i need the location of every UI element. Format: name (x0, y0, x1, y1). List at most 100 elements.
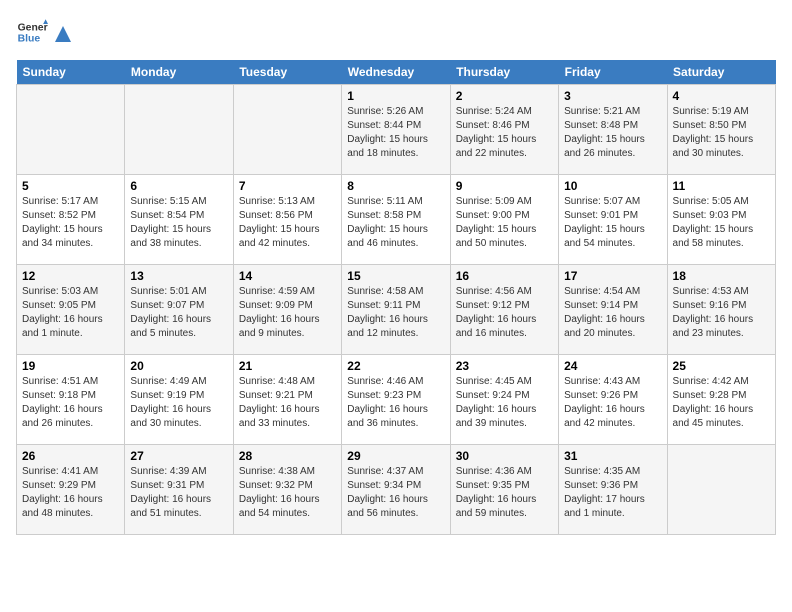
calendar-week-3: 12 Sunrise: 5:03 AM Sunset: 9:05 PM Dayli… (17, 265, 776, 355)
calendar-cell: 13Sunrise: 5:01 AM Sunset: 9:07 PM Dayli… (125, 265, 233, 355)
day-number: 23 (456, 359, 553, 373)
day-number: 6 (130, 179, 227, 193)
weekday-friday: Friday (559, 60, 667, 85)
calendar-cell: 19 Sunrise: 4:51 AM Sunset: 9:18 PM Dayli… (17, 355, 125, 445)
day-number: 29 (347, 449, 444, 463)
day-info: Sunrise: 4:51 AM Sunset: 9:18 PM Dayligh… (22, 375, 119, 431)
logo-icon: General Blue (16, 16, 48, 48)
day-number: 3 (564, 89, 661, 103)
day-number: 2 (456, 89, 553, 103)
day-info: Sunrise: 5:07 AM Sunset: 9:01 PM Dayligh… (564, 195, 661, 251)
weekday-sunday: Sunday (17, 60, 125, 85)
day-info: Sunrise: 5:03 AM Sunset: 9:05 PM Dayligh… (22, 285, 119, 341)
calendar-week-1: 1 Sunrise: 5:26 AM Sunset: 8:44 PM Daylig… (17, 85, 776, 175)
day-info: Sunrise: 4:48 AM Sunset: 9:21 PM Dayligh… (239, 375, 336, 431)
day-info: Sunrise: 4:36 AM Sunset: 9:35 PM Dayligh… (456, 465, 553, 521)
logo: General Blue (16, 16, 74, 48)
day-number: 7 (239, 179, 336, 193)
day-number: 9 (456, 179, 553, 193)
day-info: Sunrise: 4:43 AM Sunset: 9:26 PM Dayligh… (564, 375, 661, 431)
day-number: 10 (564, 179, 661, 193)
calendar-cell: 5Sunrise: 5:17 AM Sunset: 8:52 PM Daylig… (17, 175, 125, 265)
calendar-cell: 1 Sunrise: 5:26 AM Sunset: 8:44 PM Daylig… (342, 85, 450, 175)
calendar-cell (667, 445, 775, 535)
day-number: 22 (347, 359, 444, 373)
calendar-cell: 26 Sunrise: 4:41 AM Sunset: 9:29 PM Dayli… (17, 445, 125, 535)
svg-text:General: General (18, 22, 48, 33)
logo-triangle-icon (53, 24, 73, 44)
day-number: 15 (347, 269, 444, 283)
day-number: 11 (673, 179, 770, 193)
svg-text:Blue: Blue (18, 34, 41, 45)
calendar-cell: 8Sunrise: 5:11 AM Sunset: 8:58 PM Daylig… (342, 175, 450, 265)
calendar-cell: 24 Sunrise: 4:43 AM Sunset: 9:26 PM Dayli… (559, 355, 667, 445)
calendar-cell: 18 Sunrise: 4:53 AM Sunset: 9:16 PM Dayli… (667, 265, 775, 355)
calendar-cell: 29 Sunrise: 4:37 AM Sunset: 9:34 PM Dayli… (342, 445, 450, 535)
day-info: Sunrise: 4:53 AM Sunset: 9:16 PM Dayligh… (673, 285, 770, 341)
day-number: 24 (564, 359, 661, 373)
day-number: 4 (673, 89, 770, 103)
calendar-cell: 7 Sunrise: 5:13 AM Sunset: 8:56 PM Daylig… (233, 175, 341, 265)
day-info: Sunrise: 5:26 AM Sunset: 8:44 PM Dayligh… (347, 105, 444, 161)
day-info: Sunrise: 4:59 AM Sunset: 9:09 PM Dayligh… (239, 285, 336, 341)
day-info: Sunrise: 5:11 AM Sunset: 8:58 PM Dayligh… (347, 195, 444, 251)
day-number: 31 (564, 449, 661, 463)
day-info: Sunrise: 4:39 AM Sunset: 9:31 PM Dayligh… (130, 465, 227, 521)
day-number: 19 (22, 359, 119, 373)
day-number: 26 (22, 449, 119, 463)
calendar-cell (125, 85, 233, 175)
day-number: 13 (130, 269, 227, 283)
day-info: Sunrise: 4:45 AM Sunset: 9:24 PM Dayligh… (456, 375, 553, 431)
calendar-cell: 17 Sunrise: 4:54 AM Sunset: 9:14 PM Dayli… (559, 265, 667, 355)
day-number: 18 (673, 269, 770, 283)
day-info: Sunrise: 4:49 AM Sunset: 9:19 PM Dayligh… (130, 375, 227, 431)
calendar-cell: 31 Sunrise: 4:35 AM Sunset: 9:36 PM Dayli… (559, 445, 667, 535)
day-number: 21 (239, 359, 336, 373)
calendar-cell: 2Sunrise: 5:24 AM Sunset: 8:46 PM Daylig… (450, 85, 558, 175)
weekday-header-row: SundayMondayTuesdayWednesdayThursdayFrid… (17, 60, 776, 85)
calendar-body: 1 Sunrise: 5:26 AM Sunset: 8:44 PM Daylig… (17, 85, 776, 535)
weekday-thursday: Thursday (450, 60, 558, 85)
calendar-cell (17, 85, 125, 175)
calendar-cell: 27 Sunrise: 4:39 AM Sunset: 9:31 PM Dayli… (125, 445, 233, 535)
day-info: Sunrise: 4:42 AM Sunset: 9:28 PM Dayligh… (673, 375, 770, 431)
weekday-monday: Monday (125, 60, 233, 85)
day-number: 17 (564, 269, 661, 283)
day-info: Sunrise: 5:21 AM Sunset: 8:48 PM Dayligh… (564, 105, 661, 161)
day-number: 30 (456, 449, 553, 463)
day-info: Sunrise: 5:09 AM Sunset: 9:00 PM Dayligh… (456, 195, 553, 251)
calendar-cell: 12 Sunrise: 5:03 AM Sunset: 9:05 PM Dayli… (17, 265, 125, 355)
calendar-cell: 6 Sunrise: 5:15 AM Sunset: 8:54 PM Daylig… (125, 175, 233, 265)
calendar-cell: 4Sunrise: 5:19 AM Sunset: 8:50 PM Daylig… (667, 85, 775, 175)
calendar-table: SundayMondayTuesdayWednesdayThursdayFrid… (16, 60, 776, 535)
day-info: Sunrise: 4:54 AM Sunset: 9:14 PM Dayligh… (564, 285, 661, 341)
day-info: Sunrise: 5:17 AM Sunset: 8:52 PM Dayligh… (22, 195, 119, 251)
day-info: Sunrise: 4:38 AM Sunset: 9:32 PM Dayligh… (239, 465, 336, 521)
calendar-week-5: 26 Sunrise: 4:41 AM Sunset: 9:29 PM Dayli… (17, 445, 776, 535)
weekday-tuesday: Tuesday (233, 60, 341, 85)
day-info: Sunrise: 5:05 AM Sunset: 9:03 PM Dayligh… (673, 195, 770, 251)
calendar-cell: 28 Sunrise: 4:38 AM Sunset: 9:32 PM Dayli… (233, 445, 341, 535)
calendar-cell: 22Sunrise: 4:46 AM Sunset: 9:23 PM Dayli… (342, 355, 450, 445)
day-info: Sunrise: 4:41 AM Sunset: 9:29 PM Dayligh… (22, 465, 119, 521)
calendar-cell (233, 85, 341, 175)
calendar-cell: 10 Sunrise: 5:07 AM Sunset: 9:01 PM Dayli… (559, 175, 667, 265)
day-number: 1 (347, 89, 444, 103)
calendar-cell: 3 Sunrise: 5:21 AM Sunset: 8:48 PM Daylig… (559, 85, 667, 175)
day-number: 16 (456, 269, 553, 283)
day-number: 12 (22, 269, 119, 283)
day-info: Sunrise: 5:13 AM Sunset: 8:56 PM Dayligh… (239, 195, 336, 251)
calendar-cell: 9 Sunrise: 5:09 AM Sunset: 9:00 PM Daylig… (450, 175, 558, 265)
day-info: Sunrise: 4:37 AM Sunset: 9:34 PM Dayligh… (347, 465, 444, 521)
weekday-saturday: Saturday (667, 60, 775, 85)
day-number: 28 (239, 449, 336, 463)
calendar-week-4: 19 Sunrise: 4:51 AM Sunset: 9:18 PM Dayli… (17, 355, 776, 445)
day-number: 20 (130, 359, 227, 373)
weekday-wednesday: Wednesday (342, 60, 450, 85)
calendar-cell: 20 Sunrise: 4:49 AM Sunset: 9:19 PM Dayli… (125, 355, 233, 445)
calendar-cell: 30 Sunrise: 4:36 AM Sunset: 9:35 PM Dayli… (450, 445, 558, 535)
day-number: 27 (130, 449, 227, 463)
day-info: Sunrise: 5:15 AM Sunset: 8:54 PM Dayligh… (130, 195, 227, 251)
calendar-week-2: 5Sunrise: 5:17 AM Sunset: 8:52 PM Daylig… (17, 175, 776, 265)
day-info: Sunrise: 4:35 AM Sunset: 9:36 PM Dayligh… (564, 465, 661, 521)
